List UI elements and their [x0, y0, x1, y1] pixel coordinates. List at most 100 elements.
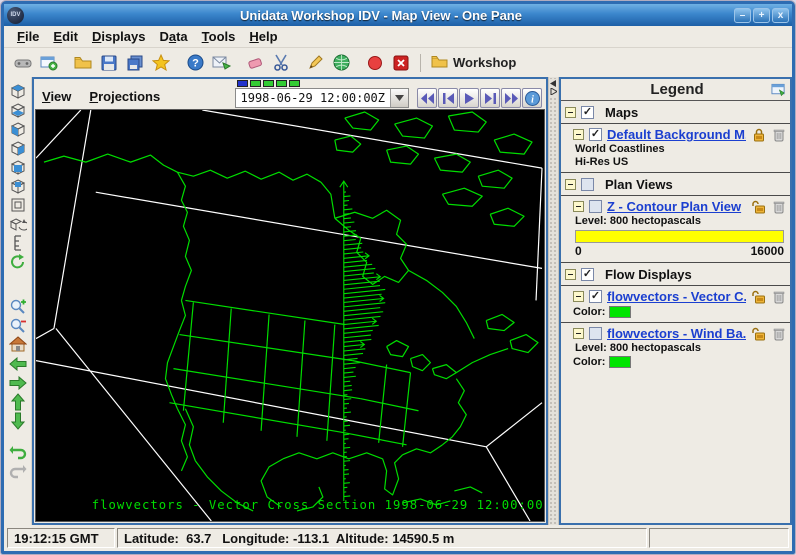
- title-bar[interactable]: IDV Unidata Workshop IDV - Map View - On…: [4, 4, 792, 26]
- time-step-3[interactable]: [276, 80, 287, 87]
- display-detail-text: Level: 800 hectopascals: [573, 214, 786, 227]
- edit-icon[interactable]: [303, 52, 327, 74]
- category-label: Flow Displays: [605, 267, 692, 282]
- undo-icon[interactable]: [8, 442, 28, 461]
- display-control-link[interactable]: Default Background M...: [607, 127, 746, 142]
- split-pane-divider[interactable]: [548, 77, 559, 525]
- fast-forward-button[interactable]: [501, 88, 521, 108]
- home-view-icon[interactable]: [8, 335, 28, 354]
- menu-edit[interactable]: Edit: [46, 28, 85, 45]
- workshop-toolbar-group[interactable]: Workshop: [431, 54, 516, 71]
- viewmenu-projections[interactable]: Projections: [89, 89, 160, 104]
- right-view-icon[interactable]: [8, 138, 28, 157]
- time-combobox[interactable]: 1998-06-29 12:00:00Z: [235, 88, 410, 108]
- color-swatch[interactable]: [609, 356, 631, 368]
- vertical-scale-icon[interactable]: [8, 233, 28, 252]
- collapse-category-icon[interactable]: [565, 107, 576, 118]
- lock-open-icon[interactable]: [751, 199, 766, 214]
- category-checkbox[interactable]: [581, 178, 594, 191]
- pan-down-icon[interactable]: [8, 411, 28, 430]
- range-max: 16000: [751, 244, 784, 258]
- expand-right-icon[interactable]: [550, 88, 557, 95]
- rotate-view-icon[interactable]: [8, 214, 28, 233]
- collapse-left-icon[interactable]: [550, 80, 557, 87]
- display-checkbox[interactable]: ✓: [589, 290, 602, 303]
- redo-icon[interactable]: [8, 461, 28, 480]
- collapse-category-icon[interactable]: [565, 179, 576, 190]
- map-canvas[interactable]: flowvectors - Vector Cross Section 1998-…: [35, 109, 545, 522]
- category-checkbox[interactable]: ✓: [581, 106, 594, 119]
- color-scale-bar[interactable]: [575, 230, 784, 243]
- display-checkbox[interactable]: ✓: [589, 128, 602, 141]
- step-forward-button[interactable]: [480, 88, 500, 108]
- pan-up-icon[interactable]: [8, 392, 28, 411]
- help-icon[interactable]: ?: [183, 52, 207, 74]
- erase-icon[interactable]: [243, 52, 267, 74]
- trash-icon[interactable]: [771, 127, 786, 142]
- pan-right-icon[interactable]: [8, 373, 28, 392]
- display-detail-text: Hi-Res US: [573, 155, 786, 168]
- time-step-1[interactable]: [250, 80, 261, 87]
- minimize-button[interactable]: –: [734, 8, 751, 23]
- zoom-out-icon[interactable]: [8, 316, 28, 335]
- maximize-button[interactable]: +: [753, 8, 770, 23]
- display-control-link[interactable]: flowvectors - Vector C...: [607, 289, 746, 304]
- trash-icon[interactable]: [771, 289, 786, 304]
- new-window-icon[interactable]: [37, 52, 61, 74]
- cut-icon[interactable]: [269, 52, 293, 74]
- auto-rotate-icon[interactable]: [8, 252, 28, 271]
- menu-help[interactable]: Help: [242, 28, 284, 45]
- properties-button[interactable]: i: [522, 88, 542, 108]
- left-view-icon[interactable]: [8, 119, 28, 138]
- color-swatch[interactable]: [609, 306, 631, 318]
- record-icon[interactable]: [363, 52, 387, 74]
- bottom-view-icon[interactable]: [8, 100, 28, 119]
- collapse-display-icon[interactable]: [573, 328, 584, 339]
- copy-bundle-icon[interactable]: [123, 52, 147, 74]
- close-button[interactable]: x: [772, 8, 789, 23]
- top-view-icon[interactable]: [8, 81, 28, 100]
- front-view-icon[interactable]: [8, 157, 28, 176]
- exit-icon[interactable]: [389, 52, 413, 74]
- support-icon[interactable]: [209, 52, 233, 74]
- collapse-display-icon[interactable]: [573, 201, 584, 212]
- status-bar: 19:12:15 GMT Latitude: 63.7 Longitude: -…: [4, 525, 792, 551]
- display-checkbox[interactable]: [589, 200, 602, 213]
- trash-icon[interactable]: [771, 326, 786, 341]
- float-legend-icon[interactable]: [771, 82, 786, 97]
- globe-icon[interactable]: [329, 52, 353, 74]
- menu-displays[interactable]: Displays: [85, 28, 152, 45]
- open-bundle-icon[interactable]: [71, 52, 95, 74]
- save-bundle-icon[interactable]: [97, 52, 121, 74]
- color-label: Color:: [573, 306, 605, 318]
- time-step-0[interactable]: [237, 80, 248, 87]
- chevron-down-icon[interactable]: [390, 89, 408, 107]
- menu-file[interactable]: File: [10, 28, 46, 45]
- favorite-icon[interactable]: [149, 52, 173, 74]
- display-checkbox[interactable]: [589, 327, 602, 340]
- zoom-in-icon[interactable]: [8, 297, 28, 316]
- collapse-display-icon[interactable]: [573, 291, 584, 302]
- category-checkbox[interactable]: ✓: [581, 268, 594, 281]
- dashboard-icon[interactable]: [11, 52, 35, 74]
- lock-open-icon[interactable]: [751, 326, 766, 341]
- display-control-link[interactable]: flowvectors - Wind Ba...: [607, 326, 746, 341]
- time-step-4[interactable]: [289, 80, 300, 87]
- collapse-display-icon[interactable]: [573, 129, 584, 140]
- lock-closed-icon[interactable]: [751, 127, 766, 142]
- rewind-button[interactable]: [417, 88, 437, 108]
- display-control-link[interactable]: Z - Contour Plan View: [607, 199, 746, 214]
- menu-tools[interactable]: Tools: [195, 28, 243, 45]
- pan-left-icon[interactable]: [8, 354, 28, 373]
- time-step-2[interactable]: [263, 80, 274, 87]
- lock-open-icon[interactable]: [751, 289, 766, 304]
- menu-data[interactable]: Data: [152, 28, 194, 45]
- back-view-icon[interactable]: [8, 176, 28, 195]
- color-label: Color:: [573, 356, 605, 368]
- trash-icon[interactable]: [771, 199, 786, 214]
- perspective-view-icon[interactable]: [8, 195, 28, 214]
- step-back-button[interactable]: [438, 88, 458, 108]
- viewmenu-view[interactable]: View: [42, 89, 71, 104]
- collapse-category-icon[interactable]: [565, 269, 576, 280]
- play-button[interactable]: [459, 88, 479, 108]
